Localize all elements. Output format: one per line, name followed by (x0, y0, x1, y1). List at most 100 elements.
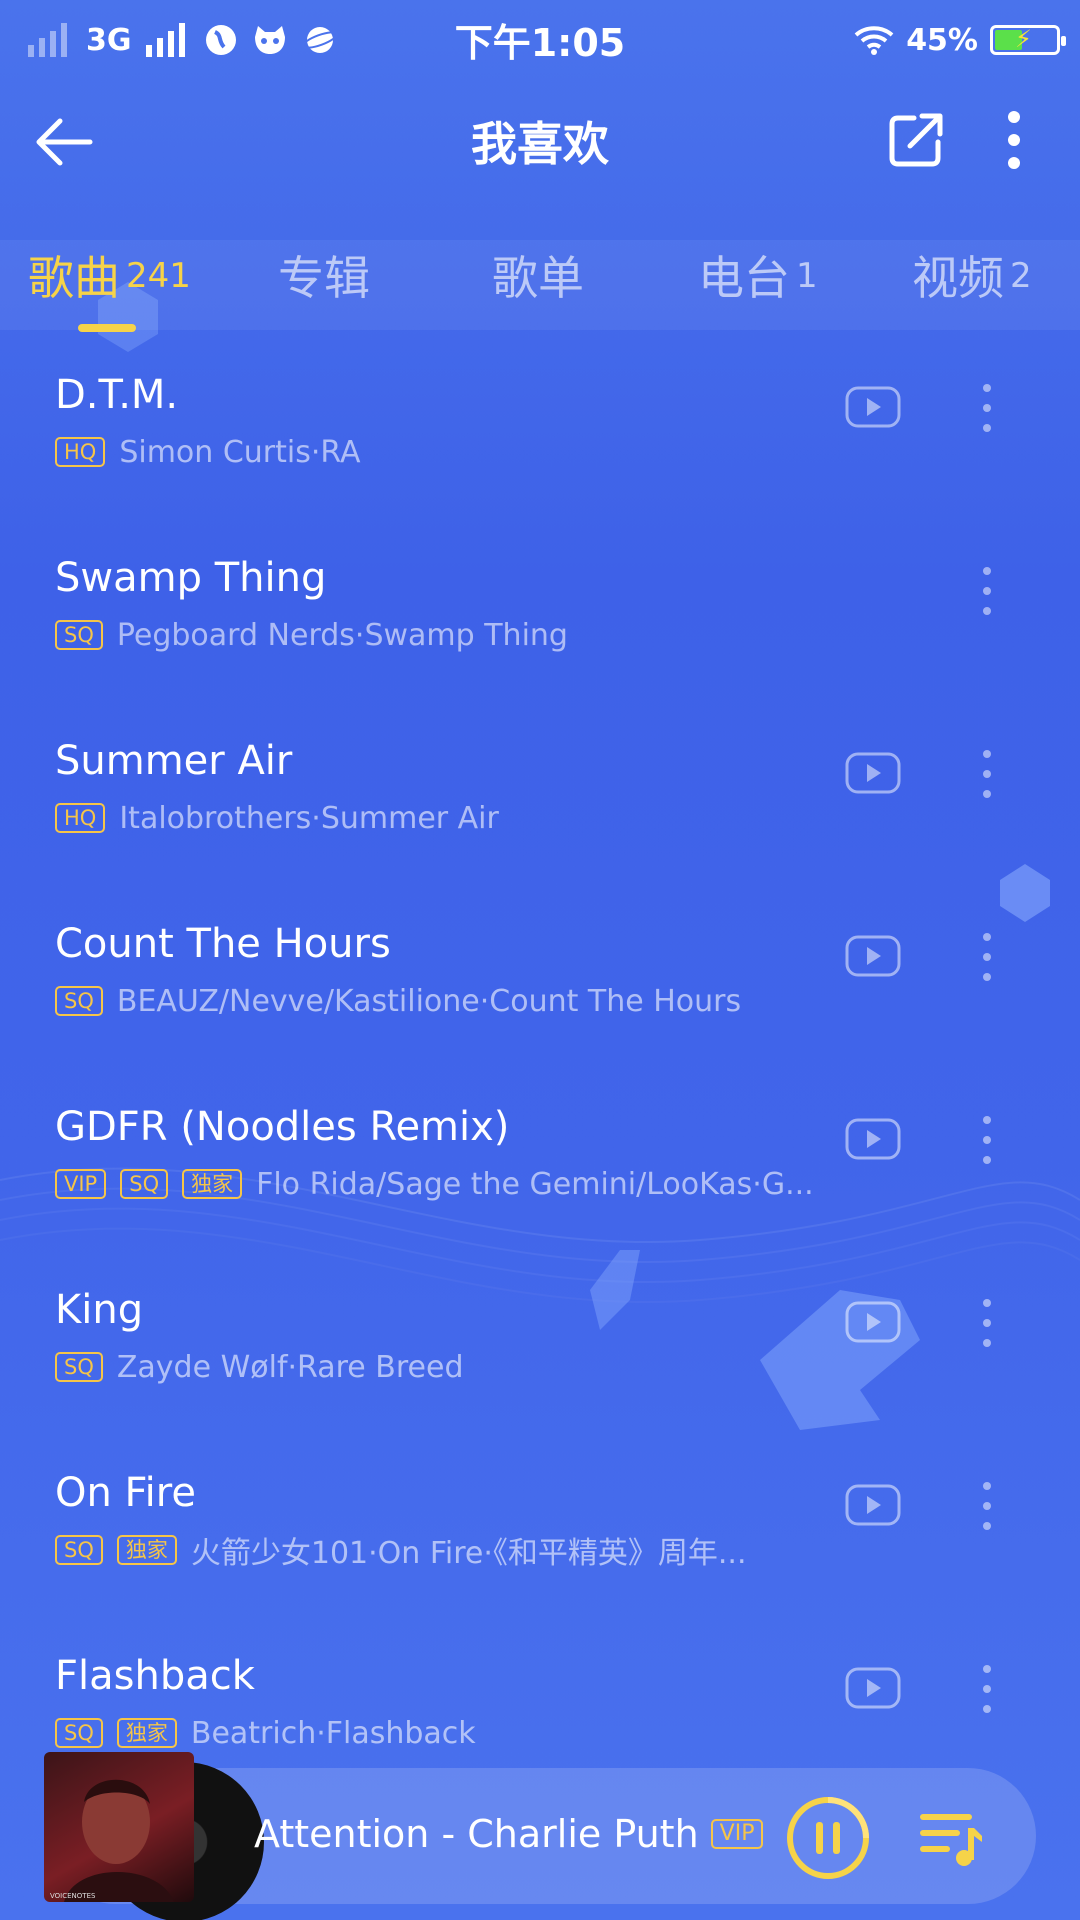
song-more-button[interactable] (972, 1112, 1002, 1168)
song-title: Count The Hours (55, 921, 391, 967)
song-artist: Pegboard Nerds·Swamp Thing (116, 617, 568, 653)
mv-button[interactable] (845, 1118, 901, 1160)
svg-text:VOICENOTES: VOICENOTES (50, 1892, 96, 1900)
song-row[interactable]: Swamp Thing SQ Pegboard Nerds·Swamp Thin… (0, 533, 1080, 713)
tab-label: 电台 (698, 251, 790, 305)
song-meta: SQ 独家 火箭少女101·On Fire·《和平精英》周年... (55, 1530, 747, 1571)
tab-count: 241 (126, 256, 191, 296)
more-vertical-icon (983, 750, 991, 798)
tab-label: 视频 (912, 251, 1004, 305)
song-more-button[interactable] (972, 1478, 1002, 1534)
more-vertical-icon (983, 1482, 991, 1530)
mv-play-icon (845, 1118, 901, 1160)
song-row[interactable]: GDFR (Noodles Remix) VIP SQ 独家 Flo Rida/… (0, 1082, 1080, 1262)
now-playing-title: Attention - Charlie Puth (254, 1812, 699, 1856)
status-right: 45% ⚡ (854, 16, 1066, 64)
tab-albums[interactable]: 专辑 (278, 240, 376, 330)
exclusive-badge: 独家 (116, 1535, 177, 1565)
song-row[interactable]: On Fire SQ 独家 火箭少女101·On Fire·《和平精英》周年..… (0, 1448, 1080, 1628)
tab-count: 1 (796, 256, 818, 296)
song-title: Swamp Thing (55, 555, 327, 601)
mv-button[interactable] (845, 752, 901, 794)
quality-badge: SQ (55, 620, 103, 650)
quality-badge: SQ (55, 1535, 103, 1565)
song-meta: SQ Pegboard Nerds·Swamp Thing (55, 615, 568, 655)
playlist-button[interactable] (918, 1806, 984, 1870)
tab-videos[interactable]: 视频 2 (912, 240, 1032, 330)
more-vertical-icon (983, 1116, 991, 1164)
more-vertical-icon (1008, 111, 1020, 169)
song-meta: SQ Zayde Wølf·Rare Breed (55, 1347, 464, 1387)
status-bar: 3G 下午1:05 45% ⚡ (0, 0, 1080, 80)
album-art-image: VOICENOTES (50, 1779, 174, 1902)
song-more-button[interactable] (972, 929, 1002, 985)
song-meta: SQ BEAUZ/Nevve/Kastilione·Count The Hour… (55, 981, 741, 1021)
playlist-icon (920, 1814, 982, 1866)
song-more-button[interactable] (972, 1661, 1002, 1717)
now-playing[interactable]: Attention - Charlie Puth VIP (254, 1812, 764, 1856)
more-vertical-icon (983, 1299, 991, 1347)
vip-badge: VIP (55, 1169, 107, 1199)
song-meta: HQ Italobrothers·Summer Air (55, 798, 499, 838)
charging-icon: ⚡ (1015, 25, 1032, 53)
mv-play-icon (845, 1301, 901, 1343)
share-icon (889, 113, 943, 167)
quality-badge: SQ (120, 1169, 169, 1199)
song-more-button[interactable] (972, 746, 1002, 802)
song-artist: Italobrothers·Summer Air (119, 800, 499, 836)
song-more-button[interactable] (972, 380, 1002, 436)
tab-label: 歌曲 (28, 251, 120, 305)
more-vertical-icon (983, 384, 991, 432)
mv-play-icon (845, 1667, 901, 1709)
more-options-button[interactable] (990, 104, 1038, 176)
mv-button[interactable] (845, 386, 901, 428)
battery-percent: 45% (906, 22, 978, 58)
tab-songs[interactable]: 歌曲 241 (28, 240, 191, 330)
song-more-button[interactable] (972, 1295, 1002, 1351)
song-row[interactable]: King SQ Zayde Wølf·Rare Breed (0, 1265, 1080, 1445)
album-art: VOICENOTES (44, 1752, 194, 1902)
active-tab-indicator (78, 324, 136, 332)
battery-icon: ⚡ (990, 25, 1066, 55)
song-row[interactable]: D.T.M. HQ Simon Curtis·RA (0, 350, 1080, 530)
album-cover[interactable]: VOICENOTES (44, 1752, 264, 1920)
tab-count: 2 (1010, 256, 1032, 296)
song-row[interactable]: Count The Hours SQ BEAUZ/Nevve/Kastilion… (0, 899, 1080, 1079)
mv-play-icon (845, 386, 901, 428)
song-artist: Beatrich·Flashback (190, 1715, 476, 1751)
tab-playlists[interactable]: 歌单 (492, 240, 590, 330)
song-meta: VIP SQ 独家 Flo Rida/Sage the Gemini/LooKa… (55, 1164, 814, 1204)
song-artist: Flo Rida/Sage the Gemini/LooKas·G... (256, 1166, 814, 1202)
quality-badge: HQ (55, 803, 106, 833)
song-title: Flashback (55, 1653, 255, 1699)
song-title: D.T.M. (55, 372, 179, 418)
song-artist: Zayde Wølf·Rare Breed (116, 1349, 464, 1385)
pause-button[interactable] (784, 1794, 872, 1882)
quality-badge: SQ (55, 1352, 103, 1382)
song-row[interactable]: Summer Air HQ Italobrothers·Summer Air (0, 716, 1080, 896)
quality-badge: HQ (55, 437, 106, 467)
more-vertical-icon (983, 567, 991, 615)
song-title: King (55, 1287, 144, 1333)
mv-button[interactable] (845, 935, 901, 977)
tab-radio[interactable]: 电台 1 (698, 240, 818, 330)
mv-button[interactable] (845, 1667, 901, 1709)
quality-badge: SQ (55, 986, 103, 1016)
song-more-button[interactable] (972, 563, 1002, 619)
mv-play-icon (845, 1484, 901, 1526)
song-meta: SQ 独家 Beatrich·Flashback (55, 1713, 476, 1753)
mv-button[interactable] (845, 1301, 901, 1343)
exclusive-badge: 独家 (116, 1718, 177, 1748)
wifi-icon (854, 26, 894, 55)
header: 我喜欢 (0, 90, 1080, 190)
mv-play-icon (845, 752, 901, 794)
more-vertical-icon (983, 1665, 991, 1713)
tab-label: 歌单 (492, 251, 584, 305)
quality-badge: SQ (55, 1718, 103, 1748)
exclusive-badge: 独家 (182, 1169, 243, 1199)
mv-button[interactable] (845, 1484, 901, 1526)
song-meta: HQ Simon Curtis·RA (55, 432, 361, 472)
song-title: On Fire (55, 1470, 196, 1516)
song-artist: Simon Curtis·RA (119, 434, 361, 470)
share-button[interactable] (880, 104, 952, 176)
